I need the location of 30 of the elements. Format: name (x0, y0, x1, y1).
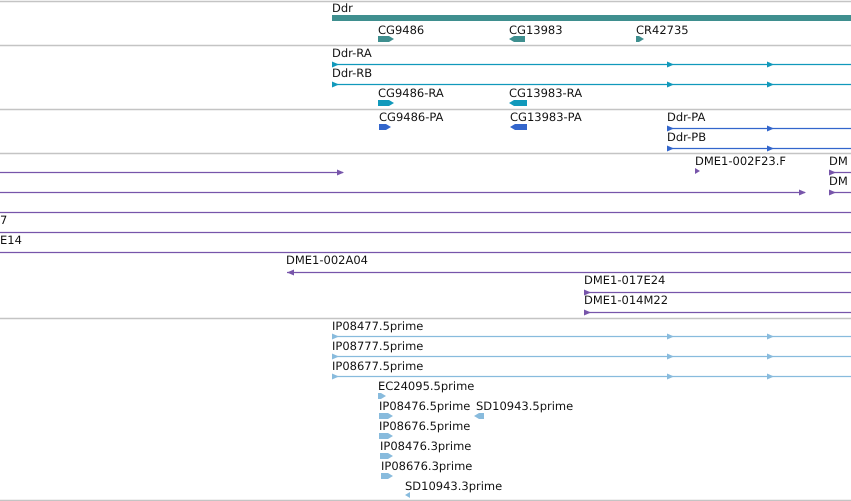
feature-label: CG13983-RA (509, 86, 582, 100)
feature-label: DME1-002F23.F (695, 154, 786, 168)
feature-label: CG9486 (378, 23, 424, 37)
feature-label: Ddr-RA (332, 46, 372, 60)
feature-label: Ddr (332, 1, 353, 15)
feature-label: Ddr-RB (332, 66, 372, 80)
feature-label: IP08476.3prime (380, 439, 472, 453)
feature-label: IP08676.5prime (379, 419, 470, 433)
feature-label: CG13983-PA (510, 110, 582, 124)
feature-label: DM (829, 154, 848, 168)
feature-label: DME1-017E24 (584, 273, 666, 287)
feature-label: IP08677.5prime (332, 359, 424, 373)
feature-label: SD10943.3prime (405, 479, 502, 493)
feature-label: 7 (0, 213, 8, 227)
feature-label: CG9486-RA (378, 86, 444, 100)
feature-label: SD10943.5prime (476, 399, 574, 413)
feature-label: EC24095.5prime (378, 379, 474, 393)
feature-label: IP08777.5prime (332, 339, 424, 353)
feature-label: IP08476.5prime (379, 399, 470, 413)
feature-label: IP08676.3prime (381, 459, 472, 473)
feature-label: CR42735 (636, 23, 689, 37)
feature-label: CG13983 (509, 23, 563, 37)
feature-label: IP08477.5prime (332, 319, 424, 333)
feature-label: E14 (0, 233, 22, 247)
feature-label: DME1-002A04 (286, 253, 368, 267)
feature-label: DM (829, 174, 848, 188)
feature-label: DME1-014M22 (584, 293, 668, 307)
feature-label: CG9486-PA (379, 110, 444, 124)
feature-label: Ddr-PA (667, 110, 706, 124)
feature-label: Ddr-PB (667, 130, 706, 144)
